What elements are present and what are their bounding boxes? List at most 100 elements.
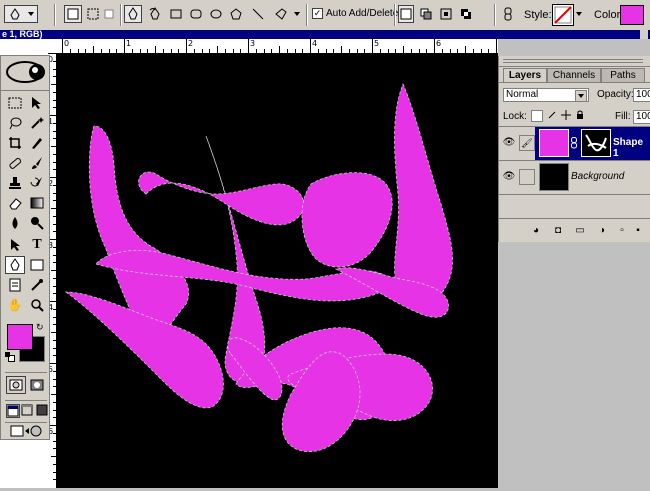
tool-preset-picker[interactable] (4, 5, 38, 23)
intersect-shape-area-button[interactable] (438, 5, 454, 23)
default-colors-icon[interactable] (5, 352, 15, 362)
vector-mask-thumbnail[interactable] (581, 129, 611, 157)
subtract-shape-icon (420, 8, 432, 20)
dodge-tool[interactable] (27, 214, 47, 232)
fill-pixels-button[interactable] (102, 5, 116, 23)
layer-fill-thumbnail[interactable] (539, 129, 569, 157)
horizontal-ruler[interactable]: 01234567 (0, 39, 498, 54)
full-screen-icon (36, 404, 48, 416)
move-tool[interactable] (27, 94, 47, 112)
color-swatch[interactable] (620, 5, 644, 25)
magic-wand-icon (31, 117, 44, 129)
path-selection-icon (11, 239, 20, 251)
new-adjustment-layer-button[interactable]: ◑ (595, 224, 609, 238)
jump-to-imageready-button[interactable] (9, 424, 43, 438)
eraser-tool[interactable] (5, 194, 25, 212)
polygon-shape-button[interactable] (228, 5, 244, 23)
ruler-label: 2 (188, 39, 194, 48)
notes-tool[interactable] (5, 276, 25, 294)
document-canvas[interactable] (56, 54, 498, 488)
add-layer-style-button[interactable]: ◕ (529, 224, 543, 238)
add-mask-button[interactable]: ◘ (551, 224, 565, 238)
shape-layers-button[interactable] (64, 5, 82, 23)
blend-mode-dropdown-arrow[interactable] (575, 90, 587, 102)
zoom-tool[interactable] (27, 296, 47, 314)
crop-tool[interactable] (5, 134, 25, 152)
foreground-color-swatch[interactable] (7, 324, 33, 350)
path-selection-tool[interactable] (5, 236, 25, 254)
style-label: Style: (524, 9, 552, 21)
note-icon (9, 278, 21, 292)
new-set-button[interactable]: ▭ (573, 224, 587, 238)
lock-transparency-icon[interactable] (531, 110, 543, 122)
layer-row-background[interactable]: 👁 Background (499, 161, 650, 195)
lock-position-icon[interactable] (561, 110, 571, 120)
brush-tool[interactable] (27, 154, 47, 172)
history-brush-tool[interactable] (27, 174, 47, 192)
eye-icon[interactable]: 👁 (502, 136, 516, 150)
add-to-shape-area-button[interactable] (398, 5, 414, 23)
trash-icon: ▪ (636, 225, 640, 236)
style-picker[interactable] (552, 4, 574, 26)
background-thumbnail[interactable] (539, 163, 569, 191)
layer-row-shape-1[interactable]: 👁 🖌 Shape 1 (499, 127, 650, 161)
gradient-tool[interactable] (27, 194, 47, 212)
standard-screen-mode-button[interactable] (6, 404, 20, 418)
lock-pixels-icon[interactable] (547, 110, 557, 120)
pen-tool[interactable] (5, 256, 25, 274)
link-layer-style-button[interactable] (500, 5, 516, 23)
blend-mode-value: Normal (506, 89, 539, 100)
lasso-tool[interactable] (5, 114, 25, 132)
type-tool[interactable]: T (27, 236, 47, 254)
vector-mask-icon (585, 134, 607, 152)
clone-stamp-tool[interactable] (5, 174, 25, 192)
toolbox-header (1, 56, 49, 91)
blur-tool[interactable] (5, 214, 25, 232)
screen-mode-icon (7, 405, 19, 417)
fill-input[interactable]: 100% (633, 110, 650, 124)
eye-icon[interactable]: 👁 (502, 170, 516, 184)
full-screen-menu-button[interactable] (21, 404, 33, 416)
hand-tool[interactable]: ✋ (5, 296, 25, 314)
style-dropdown-arrow[interactable] (576, 12, 582, 16)
chain-link-icon[interactable] (571, 137, 577, 149)
shape-path-7 (394, 82, 453, 307)
auto-add-delete-checkbox[interactable]: ✓ (312, 8, 323, 19)
lock-all-icon[interactable] (575, 110, 585, 120)
freeform-pen-button[interactable] (146, 5, 164, 23)
link-toggle-box[interactable] (519, 169, 535, 185)
workspace-empty (498, 242, 650, 488)
standard-mode-button[interactable] (6, 376, 26, 394)
tab-paths[interactable]: Paths (601, 68, 645, 82)
slice-tool[interactable] (27, 134, 47, 152)
opacity-input[interactable]: 100% (633, 88, 650, 102)
tab-layers[interactable]: Layers (503, 68, 547, 82)
polygon-icon (230, 8, 242, 20)
blend-mode-select[interactable]: Normal (503, 88, 589, 102)
eyedropper-icon (31, 279, 43, 291)
line-shape-button[interactable] (250, 5, 266, 23)
full-screen-button[interactable] (36, 404, 48, 416)
healing-brush-tool[interactable] (5, 154, 25, 172)
magic-wand-tool[interactable] (27, 114, 47, 132)
marquee-tool[interactable] (5, 94, 25, 112)
delete-layer-button[interactable]: ▪ (631, 224, 645, 238)
tab-channels[interactable]: Channels (547, 68, 601, 82)
swap-colors-icon[interactable]: ↻ (36, 322, 44, 333)
shape-tool[interactable] (27, 256, 47, 274)
type-icon: T (32, 237, 42, 252)
ellipse-shape-button[interactable] (208, 5, 224, 23)
paths-mode-button[interactable] (84, 5, 102, 23)
freeform-pen-icon (149, 7, 160, 20)
minimize-icon[interactable] (640, 30, 648, 39)
rounded-rectangle-button[interactable] (188, 5, 204, 23)
exclude-overlap-button[interactable] (458, 5, 474, 23)
layers-palette: Layers Channels Paths Normal Opacity: 10… (498, 56, 650, 242)
rectangle-shape-button[interactable] (168, 5, 184, 23)
custom-shape-button[interactable] (272, 5, 302, 23)
new-layer-button[interactable]: ▫ (615, 224, 629, 238)
quick-mask-button[interactable] (27, 376, 47, 394)
pen-tool-button[interactable] (124, 5, 142, 23)
eyedropper-tool[interactable] (27, 276, 47, 294)
subtract-shape-area-button[interactable] (418, 5, 434, 23)
